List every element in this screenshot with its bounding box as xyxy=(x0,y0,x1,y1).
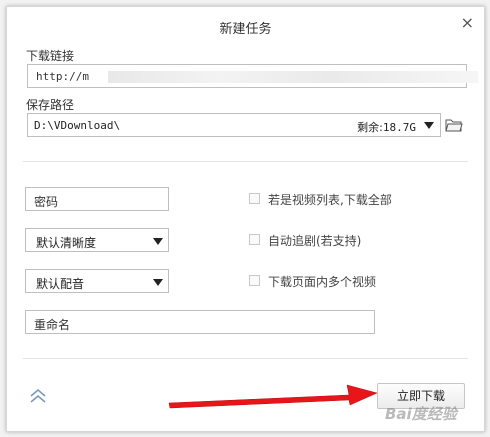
chevron-down-icon[interactable] xyxy=(153,279,163,286)
download-link-value: http://m xyxy=(36,70,89,83)
audio-select[interactable]: 默认配音 xyxy=(25,269,169,293)
folder-icon[interactable] xyxy=(445,117,463,133)
blurred-url xyxy=(108,71,478,83)
download-all-checkbox[interactable] xyxy=(249,193,260,204)
download-link-label: 下载链接 xyxy=(26,49,75,63)
auto-follow-label: 自动追剧(若支持) xyxy=(268,234,362,248)
resolution-value: 默认清晰度 xyxy=(36,236,97,250)
password-placeholder: 密码 xyxy=(34,195,59,209)
footer-divider xyxy=(23,358,468,359)
watermark: Bai度经验 xyxy=(385,405,457,423)
rename-placeholder: 重命名 xyxy=(34,318,71,332)
download-link-input[interactable]: http://m xyxy=(27,64,478,88)
rename-field[interactable]: 重命名 xyxy=(25,310,375,334)
remaining-space-value: 18.7G xyxy=(382,121,416,134)
save-path-select[interactable]: D:\VDownload\ 剩余:18.7G xyxy=(27,113,441,137)
download-all-label: 若是视频列表,下载全部 xyxy=(268,193,392,207)
close-icon[interactable]: × xyxy=(461,15,474,31)
chevron-down-icon[interactable] xyxy=(424,122,434,129)
auto-follow-checkbox[interactable] xyxy=(249,234,260,245)
save-path-value: D:\VDownload\ xyxy=(34,119,121,132)
multi-video-label: 下载页面内多个视频 xyxy=(268,275,377,289)
new-task-dialog: 新建任务 × 下载链接 http://m 保存路径 D:\VDownload\ … xyxy=(6,6,485,432)
audio-value: 默认配音 xyxy=(36,277,85,291)
double-chevron-up-icon[interactable] xyxy=(29,387,47,405)
section-divider xyxy=(23,161,468,162)
resolution-select[interactable]: 默认清晰度 xyxy=(25,228,169,252)
password-field[interactable]: 密码 xyxy=(25,187,169,211)
remaining-space-label: 剩余: xyxy=(357,121,383,134)
save-path-label: 保存路径 xyxy=(26,98,75,112)
dialog-title: 新建任务 xyxy=(219,22,272,37)
remaining-space: 剩余:18.7G xyxy=(357,119,416,135)
multi-video-checkbox[interactable] xyxy=(249,275,260,286)
chevron-down-icon[interactable] xyxy=(153,238,163,245)
